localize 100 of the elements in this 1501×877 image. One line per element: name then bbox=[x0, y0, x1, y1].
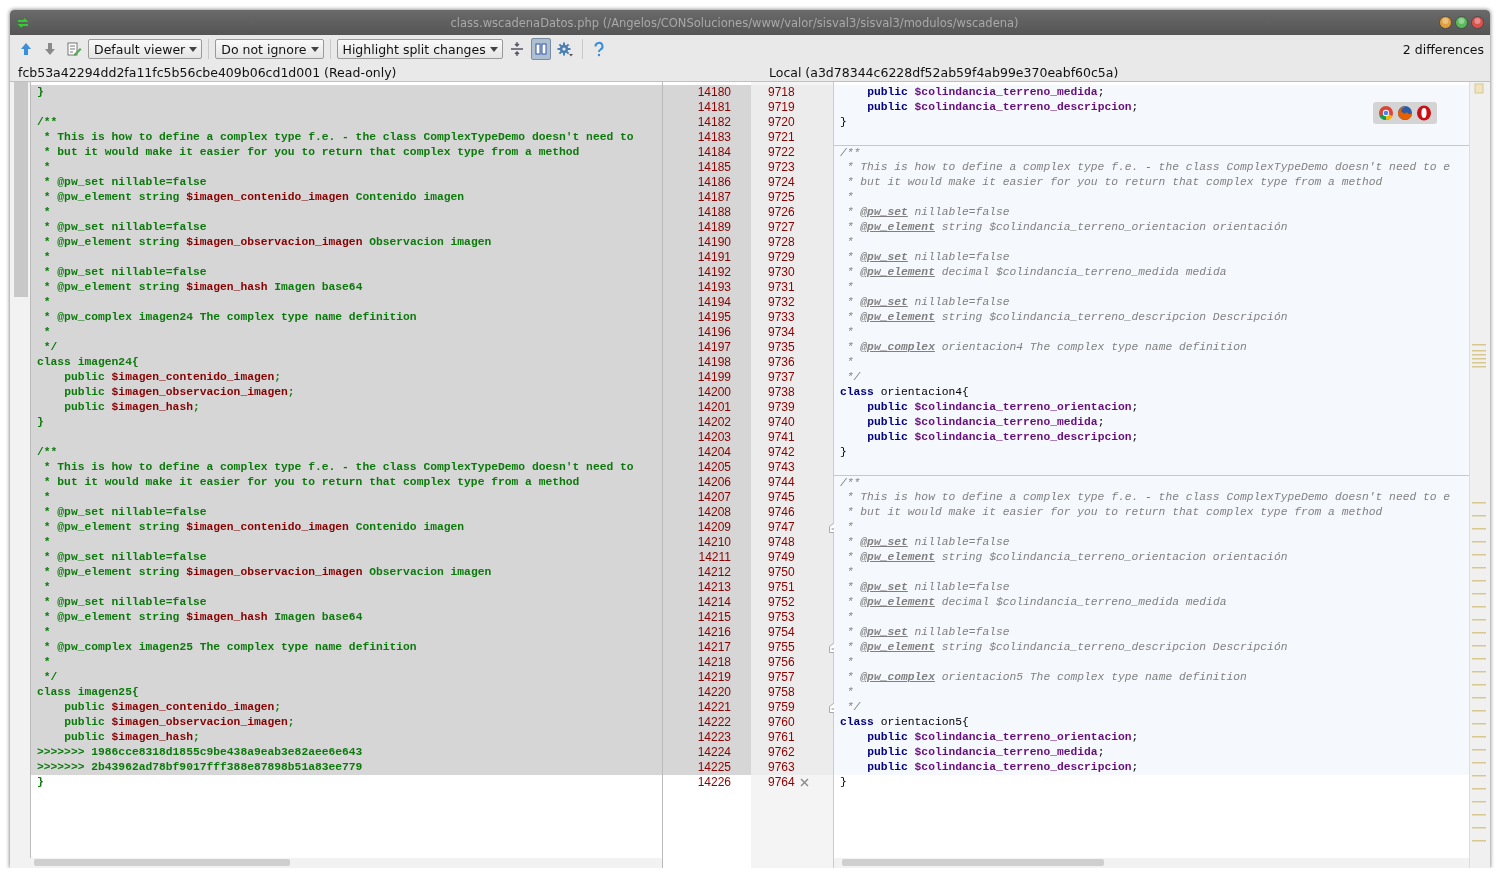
line-number: 9751 bbox=[768, 580, 795, 595]
close-icon[interactable] bbox=[799, 778, 809, 787]
browser-icon[interactable] bbox=[1397, 105, 1413, 121]
line-number: 9734 bbox=[768, 325, 795, 340]
code-line: class imagen25{ bbox=[37, 685, 139, 700]
side-by-side-button[interactable] bbox=[530, 38, 551, 60]
line-number: 14195 bbox=[663, 310, 751, 325]
line-number: 9741 bbox=[768, 430, 795, 445]
line-number: 9756 bbox=[768, 655, 795, 670]
line-number: 14226 bbox=[696, 775, 732, 790]
code-line: * @pw_set nillable=false bbox=[42, 265, 207, 280]
close-button[interactable] bbox=[1471, 16, 1484, 29]
code-line: public $imagen_observacion_imagen; bbox=[63, 715, 295, 730]
code-line: * @pw_element string $imagen_observacion_imagen Observacion imagen bbox=[42, 235, 492, 250]
line-number: 9733 bbox=[768, 310, 795, 325]
code-line: * bbox=[845, 655, 854, 670]
browser-icon[interactable] bbox=[1378, 105, 1394, 121]
maximize-button[interactable] bbox=[1455, 16, 1468, 29]
line-number: 9731 bbox=[768, 280, 795, 295]
line-number: 9726 bbox=[768, 205, 795, 220]
line-number: 14190 bbox=[663, 235, 751, 250]
code-line: * bbox=[42, 580, 51, 595]
code-line: >>>>>>> 2b43962ad78bf9017fff388e87898b51a83ee779 bbox=[37, 760, 363, 775]
code-line: } bbox=[840, 445, 847, 460]
line-number: 14200 bbox=[663, 385, 751, 400]
code-line: /** bbox=[840, 146, 861, 160]
line-number: 14180 bbox=[663, 85, 751, 100]
code-line: * bbox=[845, 685, 854, 700]
code-line: * This is how to define a complex type f.e. - the class ComplexTypeDemo doesn't need to bbox=[42, 130, 634, 145]
scrollbar[interactable] bbox=[34, 859, 290, 866]
line-number: 9758 bbox=[768, 685, 795, 700]
code-line: * @pw_element string $colindancia_terreno_orientacion orientación bbox=[845, 220, 1288, 235]
line-number: 9737 bbox=[768, 370, 795, 385]
browser-icon[interactable] bbox=[1416, 105, 1432, 121]
line-number: 14197 bbox=[663, 340, 751, 355]
differences-count: 2 differences bbox=[1402, 41, 1484, 57]
line-number: 9744 bbox=[768, 475, 795, 490]
dropdown[interactable]: Highlight split changes bbox=[336, 39, 503, 59]
code-line: * @pw_complex imagen25 The complex type name definition bbox=[42, 640, 417, 655]
line-number: 14224 bbox=[663, 745, 751, 760]
line-number: 9759 bbox=[768, 700, 795, 715]
down-arrow-icon bbox=[42, 41, 58, 57]
line-number: 14225 bbox=[663, 760, 751, 775]
line-number: 14181 bbox=[663, 100, 751, 115]
code-line: * @pw_element string $imagen_observacion_imagen Observacion imagen bbox=[42, 565, 492, 580]
line-number: 14182 bbox=[663, 115, 751, 130]
line-number: 9729 bbox=[768, 250, 795, 265]
line-number: 14193 bbox=[663, 280, 751, 295]
code-line: } bbox=[37, 775, 44, 790]
line-number: 14219 bbox=[663, 670, 751, 685]
line-number: 14222 bbox=[663, 715, 751, 730]
line-number: 9722 bbox=[768, 145, 795, 160]
scrollbar[interactable] bbox=[842, 859, 1104, 866]
dropdown[interactable]: Default viewer bbox=[88, 39, 203, 59]
code-line: } bbox=[37, 85, 44, 100]
line-number: 9752 bbox=[768, 595, 795, 610]
line-number: 14192 bbox=[663, 265, 751, 280]
line-number: 14223 bbox=[663, 730, 751, 745]
line-number: 14216 bbox=[663, 625, 751, 640]
code-line: * @pw_element string $imagen_contenido_imagen Contenido imagen bbox=[42, 520, 465, 535]
code-line: * bbox=[42, 250, 51, 265]
code-line: * bbox=[845, 520, 854, 535]
app-icon bbox=[16, 15, 30, 30]
line-number: 9738 bbox=[768, 385, 795, 400]
code-line: * bbox=[42, 490, 51, 505]
line-number: 14203 bbox=[663, 430, 751, 445]
line-number: 14215 bbox=[663, 610, 751, 625]
line-number: 14217 bbox=[663, 640, 751, 655]
line-number: 14186 bbox=[663, 175, 751, 190]
code-line: public $colindancia_terreno_descripcion; bbox=[866, 100, 1139, 115]
code-line: * @pw_element string $colindancia_terreno_descripcion Descripción bbox=[845, 640, 1288, 655]
code-line: * @pw_set nillable=false bbox=[845, 295, 1010, 310]
caret-icon bbox=[489, 46, 498, 52]
minimize-button[interactable] bbox=[1439, 16, 1452, 29]
line-number: 14210 bbox=[663, 535, 751, 550]
code-line: */ bbox=[42, 670, 58, 685]
code-line: * bbox=[42, 535, 51, 550]
caret-icon bbox=[310, 46, 319, 52]
line-number: 9753 bbox=[768, 610, 795, 625]
line-number: 9739 bbox=[768, 400, 795, 415]
dropdown[interactable]: Do not ignore bbox=[215, 39, 324, 59]
code-line: * This is how to define a complex type f.e. - the class ComplexTypeDemo doesn't need to bbox=[42, 460, 634, 475]
code-line: public $colindancia_terreno_medida; bbox=[866, 745, 1105, 760]
line-number: 9754 bbox=[768, 625, 795, 640]
line-number: 14206 bbox=[663, 475, 751, 490]
line-number: 9732 bbox=[768, 295, 795, 310]
code-line: * but it would make it easier for you to return that complex type from a method bbox=[42, 145, 580, 160]
line-number: 14221 bbox=[663, 700, 751, 715]
code-line: * @pw_set nillable=false bbox=[42, 550, 207, 565]
line-number: 14187 bbox=[663, 190, 751, 205]
line-number: 9736 bbox=[768, 355, 795, 370]
code-line: * This is how to define a complex type f.e. - the class ComplexTypeDemo doesn't need to e bbox=[845, 160, 1451, 175]
scrollbar[interactable] bbox=[10, 82, 31, 858]
code-line: * @pw_set nillable=false bbox=[42, 220, 207, 235]
code-line: public $imagen_contenido_imagen; bbox=[63, 370, 282, 385]
line-number: 9742 bbox=[768, 445, 795, 460]
side-by-side-icon bbox=[532, 41, 549, 57]
code-line: * @pw_element decimal $colindancia_terreno_medida medida bbox=[845, 595, 1227, 610]
code-line: * bbox=[845, 355, 854, 370]
line-number: 14194 bbox=[663, 295, 751, 310]
